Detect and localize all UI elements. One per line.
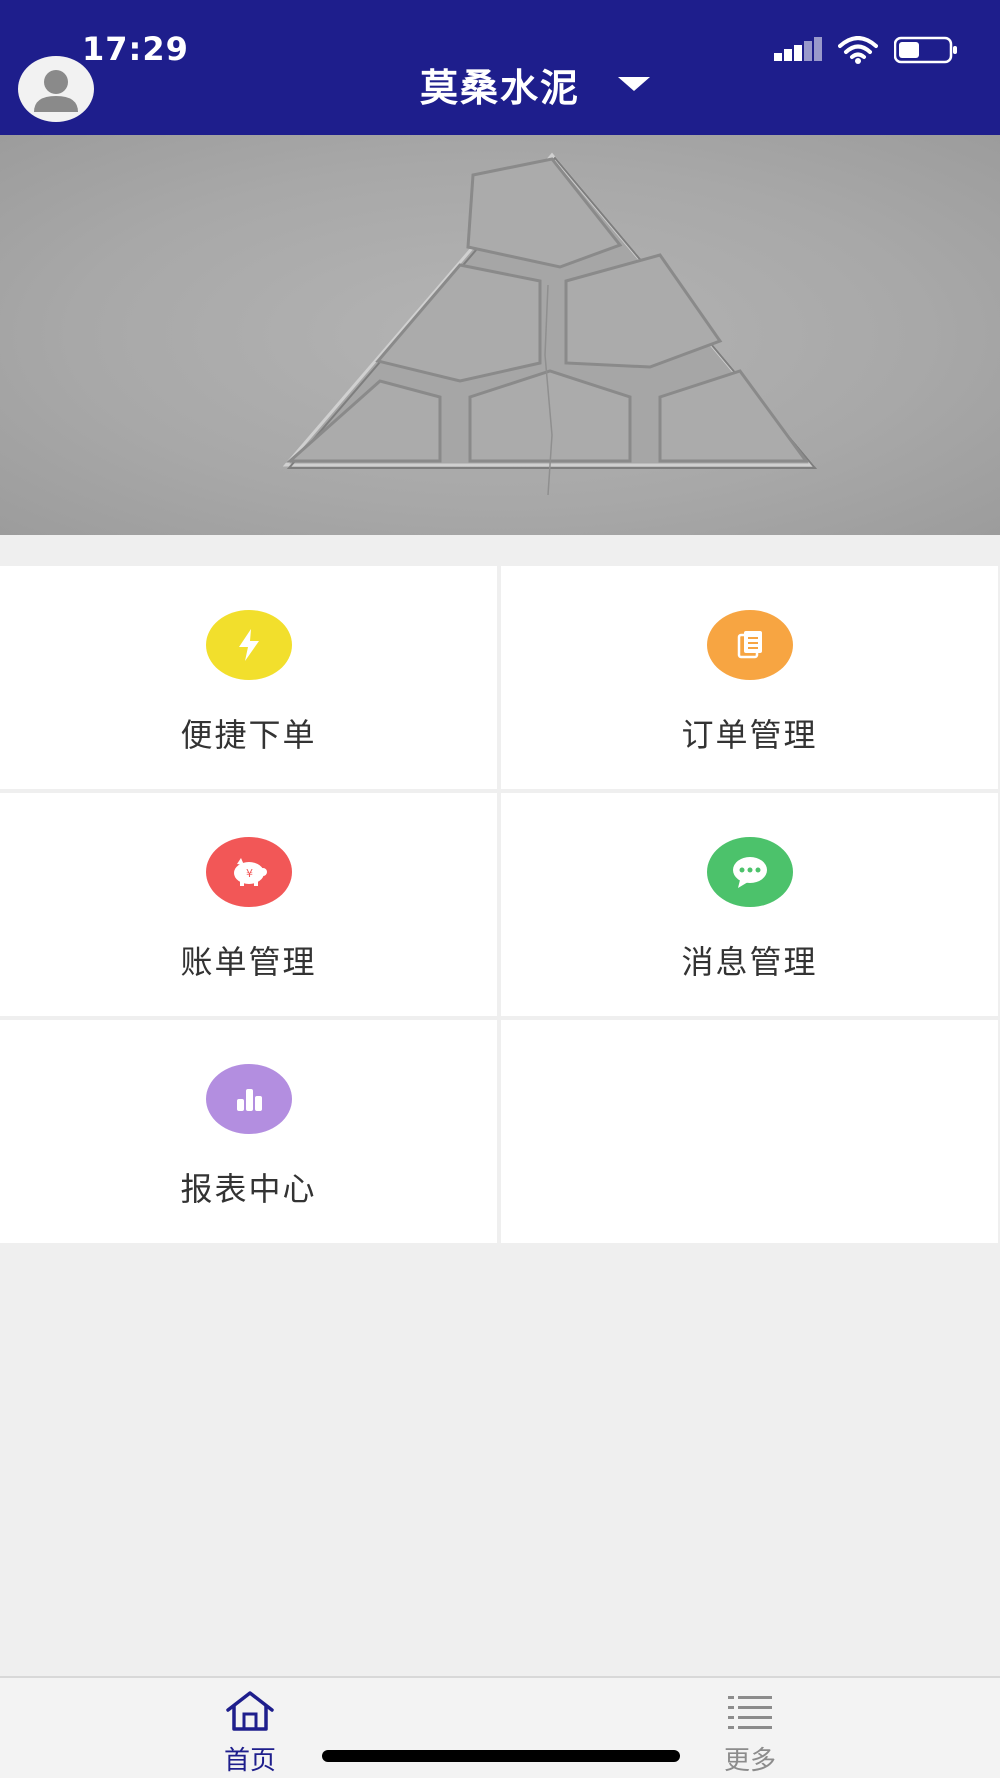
menu-item-report-center[interactable]: 报表中心 bbox=[0, 1020, 497, 1243]
document-icon bbox=[706, 610, 793, 680]
logo-emboss bbox=[282, 152, 818, 496]
menu-item-order-management[interactable]: 订单管理 bbox=[501, 566, 998, 789]
menu-item-label: 便捷下单 bbox=[180, 716, 317, 754]
home-icon bbox=[224, 1690, 276, 1736]
page-title: 莫桑水泥 bbox=[419, 65, 580, 110]
bottom-tab-bar: 首页 更多 bbox=[0, 1676, 1000, 1778]
menu-item-label: 账单管理 bbox=[180, 943, 317, 981]
list-icon bbox=[724, 1690, 776, 1736]
title-area[interactable]: 莫桑水泥 bbox=[0, 56, 1000, 112]
menu-item-label: 订单管理 bbox=[681, 716, 818, 754]
tab-label: 首页 bbox=[223, 1746, 276, 1776]
chevron-down-icon[interactable] bbox=[618, 77, 650, 91]
tab-home[interactable]: 首页 bbox=[190, 1690, 310, 1777]
home-indicator bbox=[322, 1750, 680, 1762]
menu-empty-cell bbox=[501, 1020, 998, 1243]
menu-item-label: 报表中心 bbox=[180, 1170, 317, 1208]
app-header: 17:29 莫桑水泥 bbox=[0, 0, 1000, 135]
chat-bubble-icon bbox=[706, 837, 793, 907]
tab-label: 更多 bbox=[723, 1746, 776, 1776]
menu-item-label: 消息管理 bbox=[681, 943, 818, 981]
tab-more[interactable]: 更多 bbox=[690, 1690, 810, 1777]
lightning-icon bbox=[205, 610, 292, 680]
menu-item-message-management[interactable]: 消息管理 bbox=[501, 793, 998, 1016]
menu-item-bill-management[interactable]: ¥ 账单管理 bbox=[0, 793, 497, 1016]
piggy-bank-icon: ¥ bbox=[205, 837, 292, 907]
app-screen: 17:29 莫桑水泥 便捷下单 订单管理 ¥ 账单管理 消息管理 报表中心 首页… bbox=[0, 0, 1000, 1778]
menu-item-quick-order[interactable]: 便捷下单 bbox=[0, 566, 497, 789]
svg-text:¥: ¥ bbox=[246, 867, 253, 880]
bar-chart-icon bbox=[205, 1064, 292, 1134]
banner-image bbox=[0, 135, 1000, 535]
